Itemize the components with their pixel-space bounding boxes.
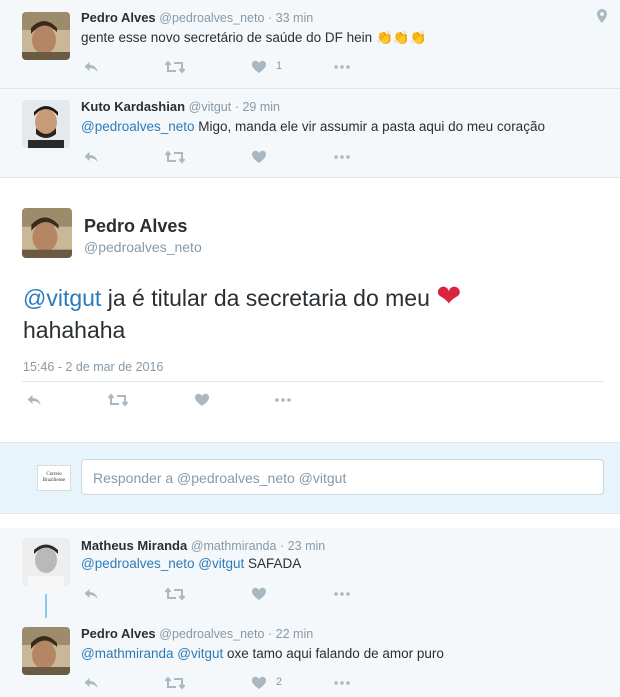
like-icon[interactable] (251, 586, 267, 602)
reply-tweet[interactable]: Pedro Alves @pedroalves_neto · 22 min @m… (0, 618, 620, 697)
mention-link[interactable]: @pedroalves_neto (81, 119, 195, 134)
retweet-icon[interactable] (165, 586, 185, 602)
tweet-text: gente esse novo secretário de saúde do D… (81, 30, 427, 45)
red-heart-emoji: ❤ (436, 280, 462, 313)
tweet-header: Pedro Alves @pedroalves_neto · 33 min (81, 10, 313, 25)
context-tweet[interactable]: Pedro Alves @pedroalves_neto · 33 min ge… (0, 0, 620, 88)
tweet-time[interactable]: · 29 min (235, 100, 280, 114)
tweet-text: @mathmiranda @vitgut oxe tamo aqui falan… (81, 646, 444, 661)
reply-icon[interactable] (26, 392, 42, 408)
tweet-text: @vitgut ja é titular da secretaria do me… (23, 280, 462, 344)
tweet-text: @pedroalves_neto Migo, manda ele vir ass… (81, 119, 545, 134)
reply-tweet[interactable]: Matheus Miranda @mathmiranda · 23 min @p… (0, 528, 620, 618)
more-icon[interactable] (274, 392, 292, 408)
like-icon[interactable] (251, 675, 267, 691)
avatar[interactable] (22, 538, 70, 586)
reply-icon[interactable] (83, 675, 99, 691)
author-handle[interactable]: @pedroalves_neto (159, 11, 264, 25)
tweet-actions (26, 392, 306, 408)
author-name[interactable]: Pedro Alves (81, 10, 156, 25)
retweet-icon[interactable] (165, 149, 185, 165)
more-icon[interactable] (333, 59, 351, 75)
tweet-time[interactable]: · 33 min (268, 11, 313, 25)
author-handle[interactable]: @vitgut (189, 100, 232, 114)
tweet-actions (83, 586, 363, 602)
reply-input[interactable]: Responder a @pedroalves_neto @vitgut (81, 459, 604, 495)
retweet-icon[interactable] (165, 675, 185, 691)
tweet-time[interactable]: · 23 min (280, 539, 325, 553)
author-handle[interactable]: @pedroalves_neto (84, 239, 202, 255)
tweet-actions: 1 (83, 59, 363, 75)
brand-logo-text: Correio Braziliense (42, 472, 66, 483)
retweet-icon[interactable] (165, 59, 185, 75)
retweet-icon[interactable] (108, 392, 128, 408)
avatar[interactable] (22, 627, 70, 675)
reply-placeholder: Responder a @pedroalves_neto @vitgut (93, 470, 347, 486)
like-count: 1 (276, 60, 283, 72)
more-icon[interactable] (333, 586, 351, 602)
tweet-header: Kuto Kardashian @vitgut · 29 min (81, 99, 280, 114)
reply-icon[interactable] (83, 586, 99, 602)
author-name[interactable]: Kuto Kardashian (81, 99, 185, 114)
more-icon[interactable] (333, 149, 351, 165)
mention-link[interactable]: @pedroalves_neto @vitgut (81, 556, 244, 571)
tweet-actions (83, 149, 363, 165)
tweet-time[interactable]: · 22 min (268, 627, 313, 641)
author-name[interactable]: Pedro Alves (84, 216, 187, 237)
more-icon[interactable] (333, 675, 351, 691)
tweet-header: Pedro Alves @pedroalves_neto · 22 min (81, 626, 313, 641)
avatar[interactable] (22, 12, 70, 60)
author-name[interactable]: Pedro Alves (81, 626, 156, 641)
clapping-hands-emoji: 👏👏👏 (375, 30, 427, 45)
author-handle[interactable]: @mathmiranda (191, 539, 277, 553)
author-handle[interactable]: @pedroalves_neto (159, 627, 264, 641)
mention-link[interactable]: @vitgut (23, 285, 101, 311)
like-icon[interactable] (251, 149, 267, 165)
tweet-header: Matheus Miranda @mathmiranda · 23 min (81, 538, 325, 553)
focused-tweet: Pedro Alves @pedroalves_neto @vitgut ja … (0, 178, 620, 442)
reply-icon[interactable] (83, 149, 99, 165)
reply-icon[interactable] (83, 59, 99, 75)
avatar[interactable] (22, 100, 70, 148)
tweet-actions: 2 (83, 675, 363, 691)
location-icon[interactable] (597, 9, 607, 28)
author-name[interactable]: Matheus Miranda (81, 538, 187, 553)
context-tweet[interactable]: Kuto Kardashian @vitgut · 29 min @pedroa… (0, 89, 620, 177)
mention-link[interactable]: @mathmiranda @vitgut (81, 646, 223, 661)
tweet-timestamp[interactable]: 15:46 - 2 de mar de 2016 (23, 360, 163, 374)
divider (22, 381, 604, 382)
tweet-text: @pedroalves_neto @vitgut SAFADA (81, 556, 302, 571)
like-icon[interactable] (194, 392, 210, 408)
like-icon[interactable] (251, 59, 267, 75)
account-avatar[interactable]: Correio Braziliense (37, 465, 71, 491)
like-count: 2 (276, 676, 283, 688)
avatar[interactable] (22, 208, 72, 258)
